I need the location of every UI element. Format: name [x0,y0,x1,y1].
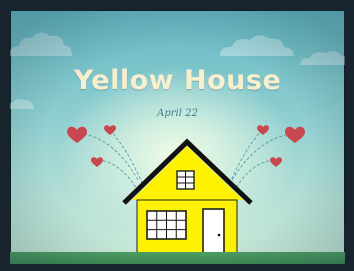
heart-icon [270,157,282,167]
heart-icon [67,126,87,143]
heart-trails-right [228,129,293,189]
house-scene [67,125,305,257]
heart-icon [104,125,116,135]
invitation-card: Yellow House April 22 [10,10,345,264]
window-icon [146,210,187,240]
heart-icon [257,125,269,135]
ground [10,252,345,264]
house-icon [122,138,253,257]
heart-icon [285,126,305,143]
card-frame: Yellow House April 22 [0,0,354,271]
attic-window-icon [176,170,195,190]
door-icon [202,208,225,257]
heart-icon [91,157,103,167]
